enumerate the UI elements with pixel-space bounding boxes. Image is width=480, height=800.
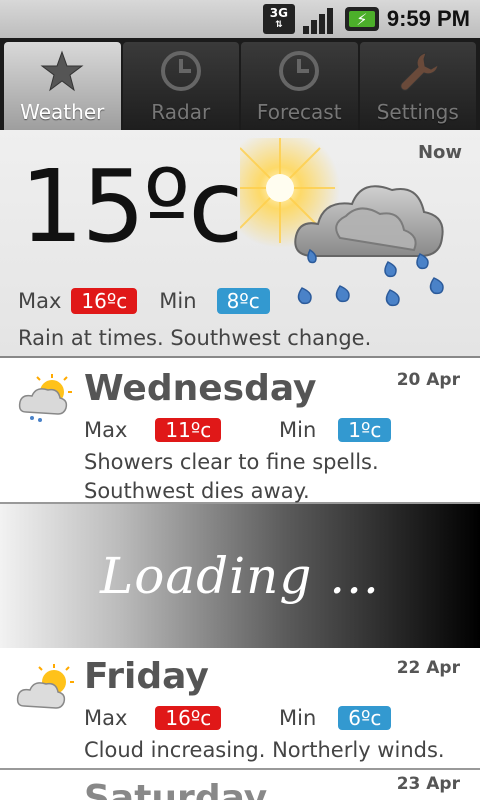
tab-radar[interactable]: Radar (122, 42, 239, 130)
min-label: Min (279, 706, 317, 730)
day-name: Wednesday (84, 368, 317, 409)
clock-time: 9:59 PM (386, 6, 470, 31)
min-label: Min (159, 289, 197, 313)
current-conditions-card[interactable]: Now 15ºc Max 16ºc Min 8ºc Rain at times.… (0, 128, 480, 358)
max-label: Max (84, 418, 128, 442)
day-description: Showers clear to fine spells. Southwest … (84, 448, 464, 506)
status-bar: 3G ⇅ ⚡ 9:59 PM (0, 0, 480, 38)
day-description-line: Southwest dies away. (84, 479, 310, 503)
min-temp-badge: 6ºc (338, 706, 392, 730)
max-label: Max (84, 706, 128, 730)
clock-icon (158, 48, 204, 94)
max-temp-badge: 11ºc (155, 418, 222, 442)
day-description-line: Cloud increasing. Northerly winds. (84, 738, 445, 762)
tab-bar: Weather Radar Forecast Settings (0, 38, 480, 130)
day-description: Cloud increasing. Northerly winds. (84, 736, 464, 765)
max-temp-badge: 16ºc (155, 706, 222, 730)
tab-forecast[interactable]: Forecast (241, 42, 358, 130)
day-name: Friday (84, 656, 209, 697)
forecast-day-card[interactable]: Friday 22 Apr Max 16ºc Min 6ºc Cloud incre… (0, 648, 480, 770)
tab-settings[interactable]: Settings (359, 42, 476, 130)
day-date: 23 Apr (396, 774, 460, 794)
current-min-max: Max 16ºc Min 8ºc (18, 288, 270, 314)
day-date: 20 Apr (396, 370, 460, 390)
tab-forecast-label: Forecast (256, 100, 342, 124)
day-min-max: Max 11ºc Min 1ºc (84, 418, 414, 442)
wrench-icon (395, 48, 441, 94)
min-temp-badge: 8ºc (216, 288, 270, 314)
min-label: Min (279, 418, 317, 442)
day-min-max: Max 16ºc Min 6ºc (84, 706, 414, 730)
day-name: Saturday (84, 778, 268, 800)
max-label: Max (18, 289, 62, 313)
min-temp-badge: 1ºc (338, 418, 392, 442)
network-3g-icon: 3G ⇅ (262, 4, 295, 34)
sun-cloud-icon (16, 660, 76, 710)
day-date: 22 Apr (396, 658, 460, 678)
day-description-line: Showers clear to fine spells. (84, 450, 379, 474)
battery-charging-icon: ⚡ (344, 7, 379, 31)
max-temp-badge: 16ºc (71, 288, 138, 314)
tab-radar-label: Radar (151, 100, 211, 124)
clock-icon (276, 48, 322, 94)
star-icon (39, 48, 85, 94)
current-temperature: 15ºc (20, 148, 243, 265)
loading-text: Loading ... (100, 547, 380, 605)
tab-weather-label: Weather (20, 100, 105, 124)
tab-weather[interactable]: Weather (4, 42, 121, 130)
forecast-day-card[interactable]: Saturday 23 Apr (0, 770, 480, 800)
signal-strength-icon (302, 4, 337, 34)
network-type: 3G (269, 6, 288, 20)
sun-rain-cloud-icon (220, 128, 460, 328)
forecast-day-card[interactable]: Wednesday 20 Apr Max 11ºc Min 1ºc Showers … (0, 360, 480, 504)
sun-cloud-rain-icon (16, 372, 76, 422)
loading-banner: Loading ... (0, 504, 480, 648)
current-description: Rain at times. Southwest change. (18, 326, 372, 350)
tab-settings-label: Settings (376, 100, 459, 124)
